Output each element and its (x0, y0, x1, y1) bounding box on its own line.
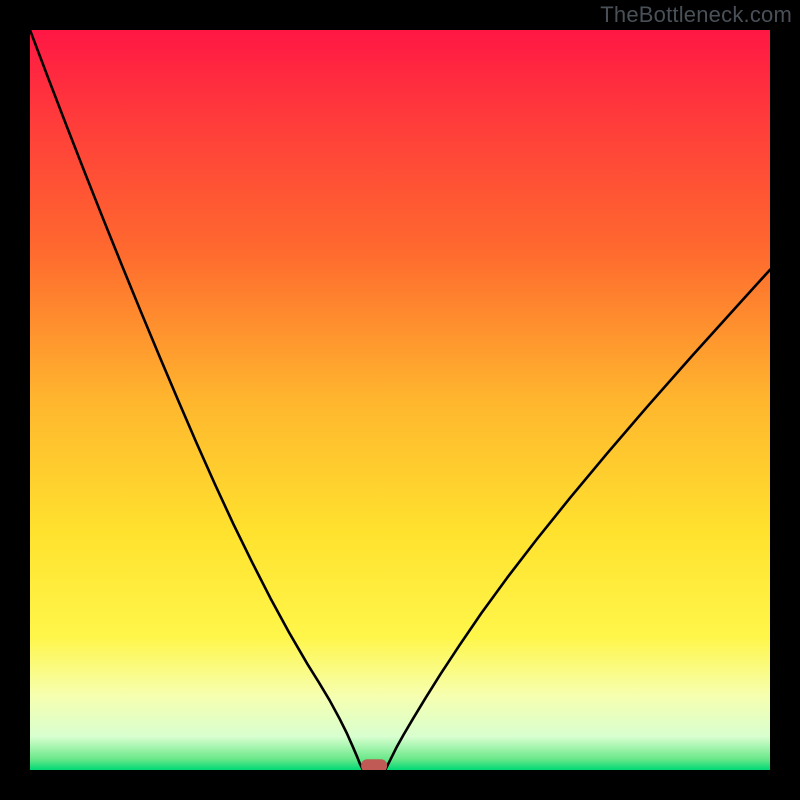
attribution-label: TheBottleneck.com (600, 2, 792, 28)
plot-area (30, 30, 770, 770)
optimum-marker (361, 759, 387, 770)
chart-frame: TheBottleneck.com (0, 0, 800, 800)
gradient-background (30, 30, 770, 770)
bottleneck-curve-chart (30, 30, 770, 770)
